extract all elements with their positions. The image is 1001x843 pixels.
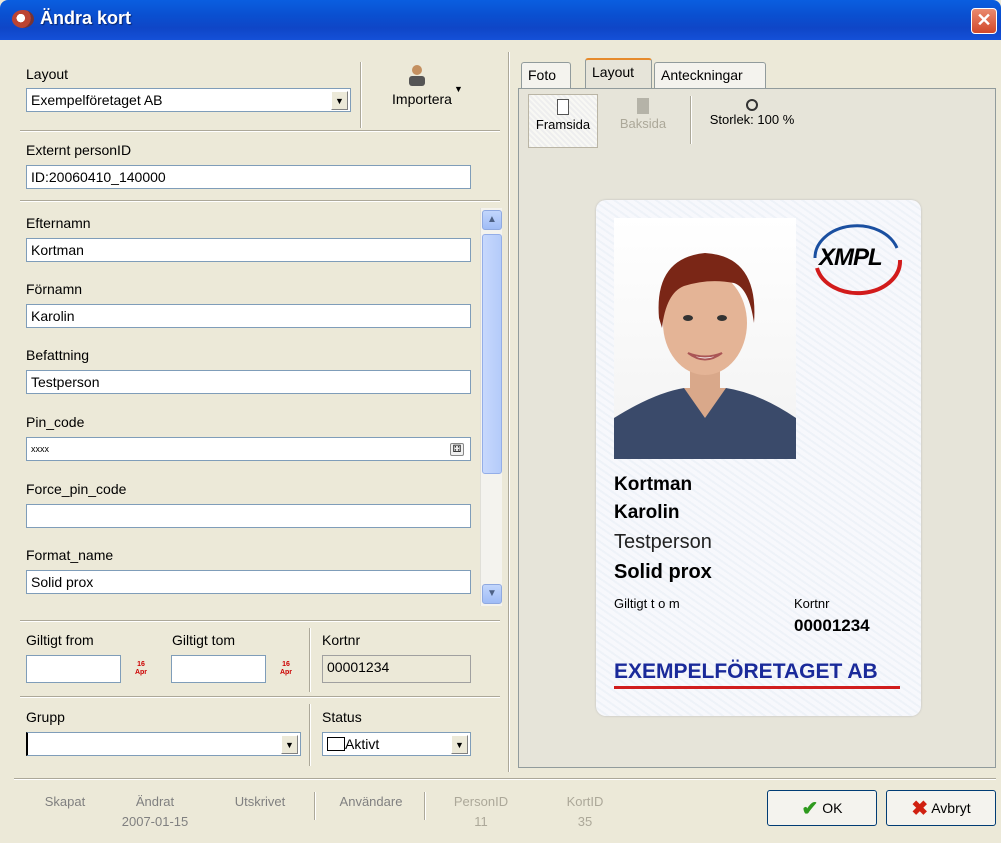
x-icon: ✖ bbox=[911, 798, 929, 820]
cancel-label: Avbryt bbox=[931, 800, 971, 816]
kortid-label: KortID bbox=[566, 794, 604, 809]
tom-label: Giltigt tom bbox=[172, 632, 236, 648]
person-icon bbox=[409, 65, 425, 86]
andrat-label: Ändrat bbox=[135, 794, 175, 809]
anvandare-label: Användare bbox=[339, 794, 403, 809]
field-label: Efternamn bbox=[26, 215, 91, 231]
person-photo bbox=[614, 218, 796, 459]
card-valid-label: Giltigt t o m bbox=[614, 596, 680, 611]
ok-label: OK bbox=[822, 800, 843, 816]
size-label: Storlek: 100 % bbox=[709, 112, 795, 127]
divider bbox=[20, 130, 500, 132]
calendar-icon[interactable]: 16 Apr bbox=[279, 661, 293, 677]
status-box-icon bbox=[327, 737, 345, 751]
front-side-button[interactable]: Framsida bbox=[528, 94, 598, 148]
scrollbar[interactable]: ▲ ▼ bbox=[480, 208, 502, 606]
layout-select-value: Exempelföretaget AB bbox=[31, 92, 163, 108]
divider bbox=[309, 704, 311, 766]
close-button[interactable]: ✕ bbox=[971, 8, 997, 34]
xmpl-logo: XMPL bbox=[805, 218, 905, 298]
giltigt-tom-field[interactable] bbox=[171, 655, 266, 683]
calendar-icon[interactable]: 16 Apr bbox=[134, 661, 148, 677]
skapat-label: Skapat bbox=[44, 794, 86, 809]
grupp-label: Grupp bbox=[26, 709, 65, 725]
befattning-field[interactable]: Testperson bbox=[26, 370, 471, 394]
import-button[interactable]: ▼ Importera bbox=[372, 64, 472, 116]
format-name-field[interactable]: Solid prox bbox=[26, 570, 471, 594]
extern-label: Externt personID bbox=[26, 142, 132, 158]
utskrivet-label: Utskrivet bbox=[234, 794, 286, 809]
ok-button[interactable]: ✔ OK bbox=[767, 790, 877, 826]
chevron-down-icon[interactable]: ▼ bbox=[451, 735, 468, 754]
card-format: Solid prox bbox=[614, 561, 712, 583]
status-value: Aktivt bbox=[345, 736, 380, 752]
front-label: Framsida bbox=[535, 117, 591, 132]
kortid-value: 35 bbox=[577, 814, 593, 829]
dice-icon[interactable]: ⚃ bbox=[450, 443, 464, 456]
card-firstname: Karolin bbox=[614, 502, 680, 523]
divider bbox=[360, 62, 362, 128]
field-label: Format_name bbox=[26, 547, 114, 563]
fornamn-field[interactable]: Karolin bbox=[26, 304, 471, 328]
tab-anteckningar[interactable]: Anteckningar bbox=[654, 62, 766, 88]
chevron-down-icon[interactable]: ▼ bbox=[281, 735, 298, 754]
field-label: Force_pin_code bbox=[26, 481, 127, 497]
field-label: Befattning bbox=[26, 347, 90, 363]
kortnr-field: 00001234 bbox=[322, 655, 471, 683]
checkmark-icon: ✔ bbox=[801, 798, 819, 820]
app-icon bbox=[12, 10, 34, 28]
logo-text: XMPL bbox=[819, 244, 883, 271]
kortnr-label: Kortnr bbox=[322, 632, 361, 648]
pin-code-field[interactable]: xxxx ⚃ bbox=[26, 437, 471, 461]
divider bbox=[20, 696, 500, 698]
layout-label: Layout bbox=[26, 66, 69, 82]
from-label: Giltigt from bbox=[26, 632, 94, 648]
divider bbox=[20, 620, 500, 622]
cancel-button[interactable]: ✖ Avbryt bbox=[886, 790, 996, 826]
status-select[interactable]: Aktivt ▼ bbox=[322, 732, 471, 756]
divider bbox=[424, 792, 426, 820]
divider bbox=[690, 96, 692, 144]
divider bbox=[20, 200, 500, 202]
panel-splitter bbox=[508, 52, 510, 772]
company-underline bbox=[614, 686, 900, 689]
andrat-value: 2007-01-15 bbox=[121, 814, 189, 829]
title-bar: Ändra kort ✕ bbox=[0, 0, 1001, 40]
chevron-down-icon[interactable]: ▼ bbox=[331, 91, 348, 110]
field-label: Förnamn bbox=[26, 281, 83, 297]
scroll-up-icon[interactable]: ▲ bbox=[482, 210, 502, 230]
scroll-thumb[interactable] bbox=[482, 234, 502, 474]
divider bbox=[314, 792, 316, 820]
grupp-select[interactable]: ▼ bbox=[26, 732, 301, 756]
giltigt-from-field[interactable] bbox=[26, 655, 121, 683]
portrait-image bbox=[614, 253, 796, 459]
force-pin-field[interactable] bbox=[26, 504, 471, 528]
field-label: Pin_code bbox=[26, 414, 85, 430]
card-kortnr-label: Kortnr bbox=[794, 596, 830, 611]
personid-label: PersonID bbox=[453, 794, 509, 809]
efternamn-field[interactable]: Kortman bbox=[26, 238, 471, 262]
card-surname: Kortman bbox=[614, 474, 693, 495]
window-title: Ändra kort bbox=[40, 8, 132, 28]
card-front-icon bbox=[557, 99, 569, 115]
tab-foto[interactable]: Foto bbox=[521, 62, 571, 88]
card-kortnr-value: 00001234 bbox=[794, 616, 870, 635]
tab-layout[interactable]: Layout bbox=[585, 58, 652, 88]
card-company: EXEMPELFÖRETAGET AB bbox=[614, 660, 878, 683]
card-title: Testperson bbox=[614, 531, 712, 553]
chevron-down-icon[interactable]: ▼ bbox=[454, 84, 463, 94]
back-label: Baksida bbox=[619, 116, 667, 131]
layout-select[interactable]: Exempelföretaget AB ▼ bbox=[26, 88, 351, 112]
extern-id-field[interactable]: ID:20060410_140000 bbox=[26, 165, 471, 189]
card-back-icon bbox=[637, 98, 649, 114]
divider bbox=[14, 778, 996, 780]
scroll-down-icon[interactable]: ▼ bbox=[482, 584, 502, 604]
divider bbox=[309, 628, 311, 692]
zoom-button[interactable]: Storlek: 100 % bbox=[702, 94, 802, 148]
magnifier-icon bbox=[746, 99, 758, 111]
personid-value: 11 bbox=[474, 814, 488, 829]
status-label: Status bbox=[322, 709, 362, 725]
back-side-button[interactable]: Baksida bbox=[608, 94, 678, 148]
pin-code-value: xxxx bbox=[31, 444, 49, 454]
